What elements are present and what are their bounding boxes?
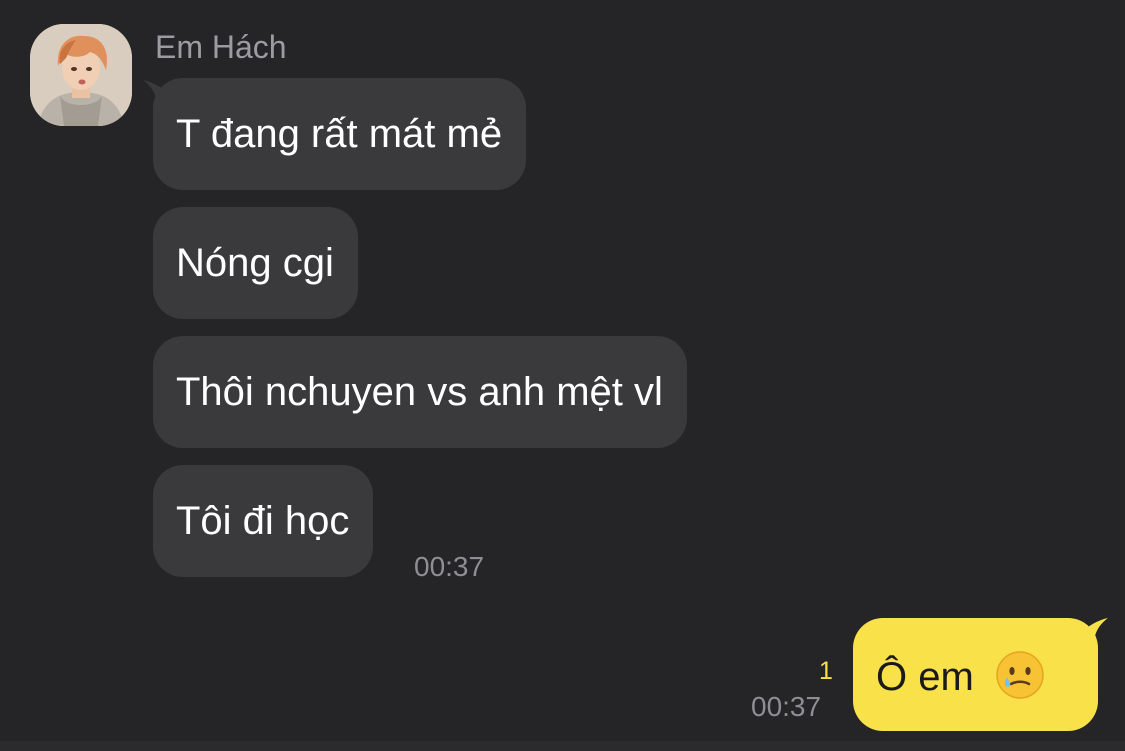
avatar-photo-icon xyxy=(30,24,132,126)
message-text: Nóng cgi xyxy=(176,241,334,285)
received-message-bubble[interactable]: Nóng cgi xyxy=(153,207,358,319)
sent-timestamp: 00:37 xyxy=(751,691,822,722)
received-message-bubble[interactable]: Thôi nchuyen vs anh mệt vl xyxy=(153,336,687,448)
chat-screen: Em Hách T đang rất mát mẻ Nóng cgi Thôi … xyxy=(0,0,1125,751)
unread-count-badge: 1 xyxy=(819,657,833,685)
sender-avatar[interactable] xyxy=(30,24,132,126)
smiling-face-with-tear-icon xyxy=(996,651,1044,699)
message-text: Thôi nchuyen vs anh mệt vl xyxy=(176,370,663,414)
received-message-bubble[interactable]: Tôi đi học xyxy=(153,465,374,577)
message-text: Ô em xyxy=(876,655,974,699)
bottom-edge xyxy=(0,741,1125,751)
sender-name: Em Hách xyxy=(155,29,287,65)
received-timestamp: 00:37 xyxy=(414,551,485,582)
sent-message-bubble[interactable]: Ô em xyxy=(853,618,1098,731)
message-text: Tôi đi học xyxy=(176,499,350,543)
received-message-bubble[interactable]: T đang rất mát mẻ xyxy=(153,78,527,190)
message-text: T đang rất mát mẻ xyxy=(176,112,503,156)
